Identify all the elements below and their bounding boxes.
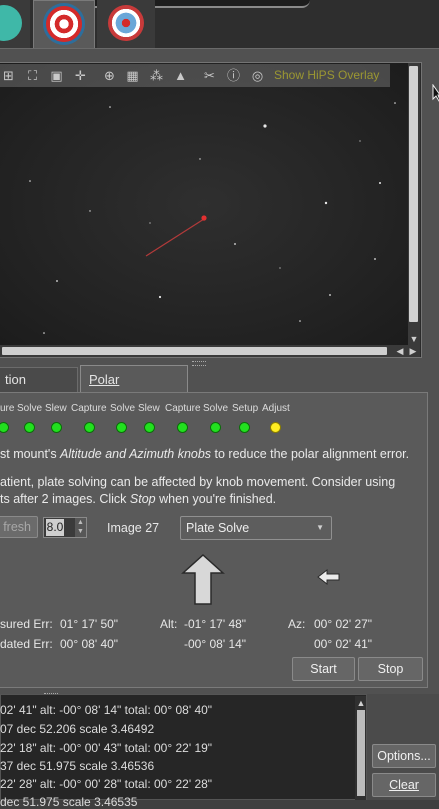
updated-error-label: dated Err: [0,637,53,651]
alt-label: Alt: [160,617,178,631]
grid-icon[interactable]: ▦ [124,67,141,84]
step-label: Capture [165,403,201,414]
log-line: dec 51.975 scale 3.46535 [0,795,138,809]
scroll-up-arrow-icon[interactable]: ▲ [355,697,367,709]
step-status-led [177,422,188,433]
step-status-led [116,422,127,433]
alt-measured-value: -01° 17' 48" [184,617,247,631]
stop-button[interactable]: Stop [358,657,423,681]
target-icon[interactable]: ◎ [249,67,266,84]
instruction-line-3: ts after 2 images. Click Stop when you'r… [0,492,277,506]
image-toolbar: ⊞ ⛶ ▣ ✛ ⊕ ▦ ⁂ ▲ ✂ ⓘ ◎ Show HiPS Overlay [0,64,390,87]
crosshair-move-icon[interactable]: ✛ [72,67,89,84]
direction-arrow-up-icon [181,553,225,605]
image-horizontal-scroll-thumb[interactable] [2,347,387,355]
align-tabs: tion Results Polar Alignment [0,365,439,414]
step-status-led [84,422,95,433]
step-label: Setup [232,403,259,414]
clear-button[interactable]: Clear [372,773,436,797]
focus-target-icon [108,5,144,41]
alt-updated-value: -00° 08' 14" [184,637,247,651]
log-line: 22' 28" alt: -00° 00' 28" total: 00° 22'… [0,777,213,791]
chevron-down-icon: ▼ [316,523,324,532]
correction-vector [145,218,205,257]
step-status-led [51,422,62,433]
step-label: Adjust [262,403,290,414]
step-label: Capture [71,403,107,414]
zoom-in-icon[interactable]: ⊞ [0,67,17,84]
scroll-right-arrow-icon[interactable]: ▶ [407,345,419,357]
scroll-down-arrow-icon[interactable]: ▼ [408,333,420,345]
measured-error-label: sured Err: [0,617,53,631]
refresh-interval-value[interactable]: 8.0 [46,519,64,536]
step-status-led [210,422,221,433]
options-button[interactable]: Options... [372,744,436,768]
scroll-left-arrow-icon[interactable]: ◀ [394,345,406,357]
step-status-led [144,422,155,433]
start-button[interactable]: Start [292,657,355,681]
crosshair-icon[interactable]: ⊕ [101,67,118,84]
step-label: Solve [110,403,136,414]
log-line: 37 dec 51.975 scale 3.46536 [0,759,155,773]
instruction-line-2: atient, plate solving can be affected by… [0,475,396,489]
step-label: Slew [45,403,67,414]
log-line: 22' 18" alt: -00° 00' 43" total: 00° 22'… [0,741,213,755]
info-icon[interactable]: ⓘ [225,67,242,84]
log-line: 07 dec 52.206 scale 3.46492 [0,722,155,736]
updated-error-value: 00° 08' 40" [60,637,119,651]
mount-icon [0,5,22,41]
az-label: Az: [288,617,306,631]
module-tab-mount[interactable] [0,0,30,48]
image-count: Image 27 [107,521,160,535]
image-vertical-scroll-thumb[interactable] [409,66,418,322]
triangle-icon[interactable]: ▲ [172,67,189,84]
measured-error-value: 01° 17' 50" [60,617,119,631]
step-label: ure [0,403,15,414]
az-updated-value: 00° 02' 41" [314,637,373,651]
step-status-led [239,422,250,433]
refresh-method-value: Plate Solve [186,521,250,535]
align-target-icon [46,6,82,42]
step-status-led [24,422,35,433]
step-label: Solve [203,403,229,414]
scissors-icon[interactable]: ✂ [201,67,218,84]
instruction-line-1: st mount's Altitude and Azimuth knobs to… [0,447,410,461]
tab-solution-results[interactable]: tion Results [0,367,78,411]
log-scroll-thumb[interactable] [357,710,365,796]
star-field [29,102,396,334]
stars-icon[interactable]: ⁂ [148,67,165,84]
zoom-default-icon[interactable]: ▣ [48,67,65,84]
clear-button-label: Clear [389,778,419,792]
module-tab-focus[interactable] [97,0,155,48]
step-status-led-active [270,422,281,433]
zoom-fit-icon[interactable]: ⛶ [24,67,41,84]
module-tab-align[interactable] [33,0,95,48]
step-label: Solve [17,403,43,414]
target-marker [201,215,207,221]
tab-polar-alignment[interactable]: Polar Alignment [80,365,188,414]
az-measured-value: 00° 02' 27" [314,617,373,631]
sky-image[interactable] [0,63,408,345]
spin-arrows-icon[interactable]: ▲ ▼ [75,518,86,537]
refresh-method-select[interactable]: Plate Solve ▼ [180,516,332,540]
refresh-interval-spinbox[interactable]: 8.0 ▲ ▼ [43,517,87,538]
direction-arrow-left-icon [317,568,340,586]
hips-overlay-toggle[interactable]: Show HiPS Overlay [274,68,379,82]
refresh-button[interactable]: fresh [0,516,38,538]
mouse-cursor-icon [432,84,439,102]
log-line: 02' 41" alt: -00° 08' 14" total: 00° 08'… [0,703,213,717]
step-label: Slew [138,403,160,414]
